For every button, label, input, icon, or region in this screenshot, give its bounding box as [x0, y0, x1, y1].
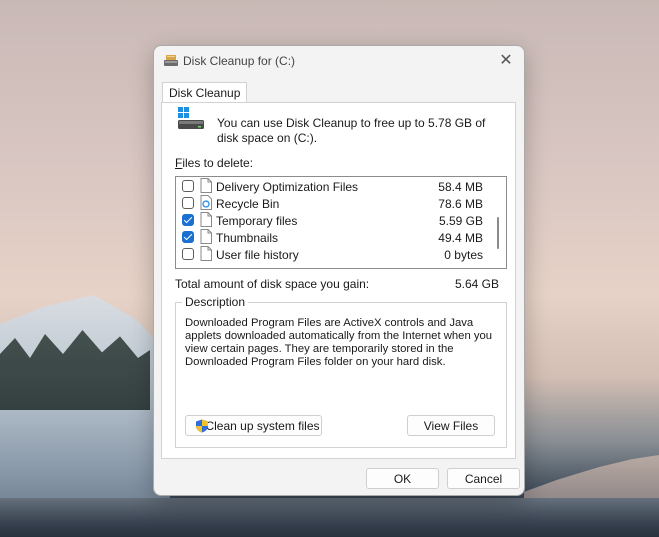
uac-shield-icon: [196, 419, 208, 433]
total-gain-value: 5.64 GB: [454, 277, 499, 291]
files-list[interactable]: Delivery Optimization Files 58.4 MB Recy…: [175, 176, 507, 269]
list-item[interactable]: Thumbnails 49.4 MB: [176, 229, 491, 246]
file-icon: [200, 178, 212, 193]
cancel-button[interactable]: Cancel: [447, 468, 520, 489]
files-label-text: iles to delete:: [182, 156, 254, 170]
list-item[interactable]: Delivery Optimization Files 58.4 MB: [176, 178, 491, 195]
ok-label: OK: [393, 472, 412, 486]
close-button[interactable]: ✕: [492, 49, 520, 73]
files-to-delete-label: Files to delete:: [175, 156, 254, 170]
recycle-bin-icon: [200, 195, 212, 210]
file-icon: [200, 212, 212, 227]
close-icon: ✕: [499, 52, 513, 69]
file-size: 49.4 MB: [438, 231, 483, 245]
list-item[interactable]: Temporary files 5.59 GB: [176, 212, 491, 229]
checkbox[interactable]: [182, 180, 194, 192]
file-name: User file history: [216, 248, 299, 262]
file-name: Thumbnails: [216, 231, 279, 245]
file-icon: [200, 246, 212, 261]
intro-text: You can use Disk Cleanup to free up to 5…: [217, 116, 486, 145]
description-title: Description: [182, 295, 249, 309]
view-files-label: View Files: [423, 419, 479, 433]
description-text: Downloaded Program Files are ActiveX con…: [185, 317, 493, 368]
file-size: 58.4 MB: [438, 180, 483, 194]
drive-icon: [178, 107, 204, 129]
file-icon: [200, 229, 212, 244]
tab-disk-cleanup[interactable]: Disk Cleanup: [162, 82, 248, 103]
scrollbar-thumb[interactable]: [497, 217, 499, 249]
checkbox-checked[interactable]: [182, 231, 194, 243]
clean-up-system-files-label: Clean up system files: [205, 419, 320, 433]
file-name: Recycle Bin: [216, 197, 280, 211]
file-name: Temporary files: [216, 214, 298, 228]
cancel-label: Cancel: [464, 472, 503, 486]
checkbox-checked[interactable]: [182, 214, 194, 226]
checkbox[interactable]: [182, 197, 194, 209]
file-size: 5.59 GB: [438, 214, 483, 228]
tab-panel: You can use Disk Cleanup to free up to 5…: [161, 102, 516, 459]
file-name: Delivery Optimization Files: [216, 180, 359, 194]
total-gain-label: Total amount of disk space you gain:: [175, 277, 370, 291]
list-item[interactable]: User file history 0 bytes: [176, 246, 491, 263]
window-title: Disk Cleanup for (C:): [183, 54, 296, 68]
disk-cleanup-icon: [164, 55, 178, 66]
ok-button[interactable]: OK: [366, 468, 439, 489]
file-size: 0 bytes: [444, 248, 483, 262]
title-bar[interactable]: Disk Cleanup for (C:) ✕: [154, 46, 524, 76]
background-water: [0, 498, 659, 537]
disk-cleanup-window: Disk Cleanup for (C:) ✕ Disk Cleanup You…: [153, 45, 525, 496]
view-files-button[interactable]: View Files: [407, 415, 495, 436]
list-item[interactable]: Recycle Bin 78.6 MB: [176, 195, 491, 212]
checkbox[interactable]: [182, 248, 194, 260]
clean-up-system-files-button[interactable]: Clean up system files: [185, 415, 322, 436]
file-size: 78.6 MB: [438, 197, 483, 211]
